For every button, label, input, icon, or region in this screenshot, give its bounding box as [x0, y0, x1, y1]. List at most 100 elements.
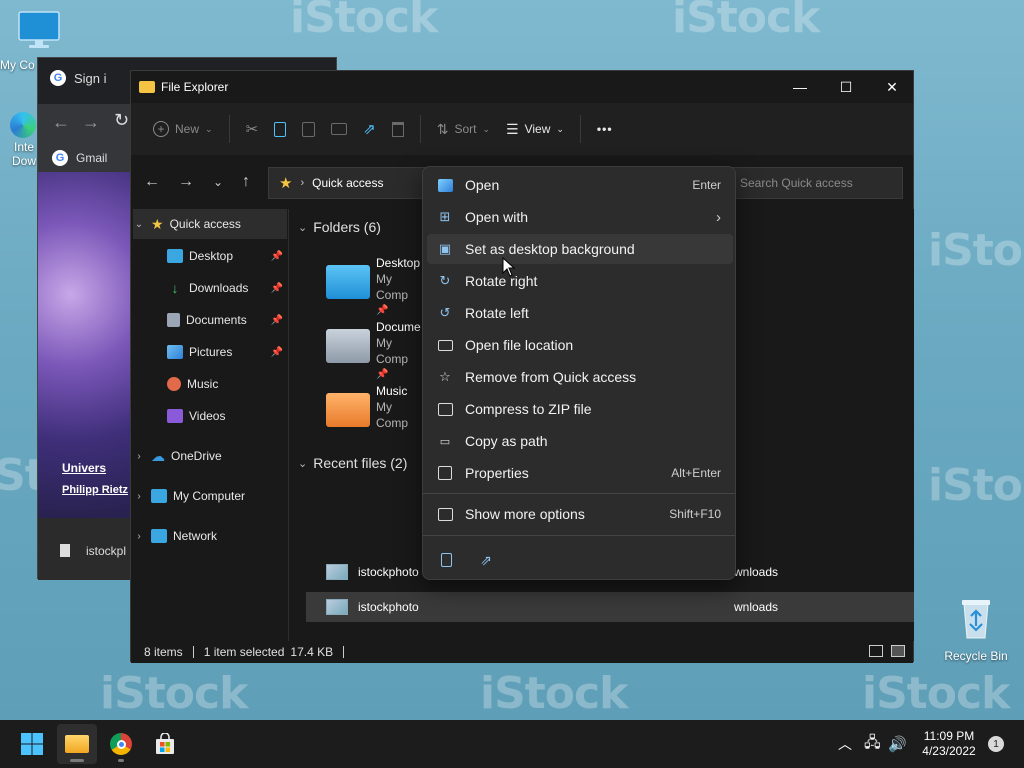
volume-icon[interactable]: 🔊	[888, 720, 907, 768]
menu-item-shortcut: Shift+F10	[669, 507, 721, 521]
desktop-icon-recycle-bin[interactable]: Recycle Bin	[940, 596, 1012, 663]
pin-icon: 📌	[270, 346, 283, 358]
folder-tile-music[interactable]: Music My Comp	[326, 383, 426, 439]
close-button[interactable]: ✕	[869, 71, 915, 103]
chevron-down-icon: ⌄	[205, 123, 213, 134]
sidebar-item-downloads[interactable]: ↓ Downloads 📌	[133, 273, 287, 303]
sort-button[interactable]: ⇅ Sort ⌄	[429, 113, 498, 145]
menu-item-open-with[interactable]: ⊞ Open with ›	[427, 202, 733, 232]
cut-button[interactable]: ✂	[238, 113, 267, 145]
recent-file-row-selected[interactable]: istockphoto wnloads	[306, 592, 914, 622]
recent-section-header[interactable]: ⌄ Recent files (2)	[298, 455, 407, 471]
view-button[interactable]: ☰ View ⌄	[498, 113, 572, 145]
sidebar-item-label: Downloads	[189, 281, 249, 295]
desktop-icon-my-computer[interactable]: My Co	[0, 10, 74, 72]
chrome-tab[interactable]: G Sign i	[50, 70, 107, 86]
copy-icon[interactable]	[431, 547, 461, 573]
menu-item-compress-zip[interactable]: Compress to ZIP file	[427, 394, 733, 424]
divider	[343, 646, 345, 658]
desktop-folder-icon	[326, 265, 370, 299]
menu-item-label: Open with	[465, 209, 529, 225]
watermark-text: iStock	[928, 225, 1024, 276]
folders-section-header[interactable]: ⌄ Folders (6)	[298, 219, 381, 235]
sidebar-item-my-computer[interactable]: › My Computer	[133, 481, 287, 511]
sidebar-item-pictures[interactable]: Pictures 📌	[133, 337, 287, 367]
share-icon: ⇗	[363, 121, 376, 138]
minimize-button[interactable]: —	[777, 71, 823, 103]
folder-tile-documents[interactable]: Docume My Comp 📌	[326, 319, 426, 380]
folder-tile-desktop[interactable]: Desktop My Comp 📌	[326, 255, 426, 316]
menu-item-rotate-left[interactable]: ↺ Rotate left	[427, 298, 733, 328]
author-link[interactable]: Philipp Rietz	[62, 484, 128, 496]
sort-label: Sort	[454, 122, 477, 136]
share-button[interactable]: ⇗	[355, 113, 384, 145]
divider	[192, 646, 194, 658]
show-hidden-icons-chevron[interactable]: ︿	[838, 720, 852, 768]
menu-item-shortcut: Enter	[692, 178, 721, 192]
tiles-view-icon[interactable]	[891, 645, 905, 657]
trash-icon	[391, 121, 404, 137]
sidebar-item-desktop[interactable]: Desktop 📌	[133, 241, 287, 271]
share-icon[interactable]: ⇗	[471, 547, 501, 573]
desktop-bg-icon: ▣	[438, 241, 452, 256]
paste-button[interactable]	[294, 113, 323, 145]
network-icon[interactable]: 🖧	[864, 720, 881, 768]
sidebar-item-quick-access[interactable]: ⌄ ★ Quick access	[133, 209, 287, 239]
link-text[interactable]: Univers	[62, 461, 106, 475]
reload-icon[interactable]: ↻	[114, 110, 129, 131]
taskbar: ︿ 🖧 🔊 11:09 PM 4/23/2022	[0, 720, 1024, 768]
store-icon	[156, 733, 174, 754]
recent-file-location: wnloads	[734, 565, 779, 579]
path-icon: ▭	[439, 435, 451, 448]
taskbar-store[interactable]	[145, 724, 185, 764]
rename-icon	[331, 123, 348, 135]
address-bar[interactable]: ★ › Quick access	[268, 167, 428, 199]
details-view-icon[interactable]	[869, 645, 883, 657]
chrome-tab-title: Sign i	[74, 70, 107, 86]
menu-item-show-more-options[interactable]: Show more options Shift+F10	[427, 499, 733, 529]
delete-button[interactable]	[384, 113, 412, 145]
menu-item-properties[interactable]: Properties Alt+Enter	[427, 458, 733, 488]
unpin-star-icon: ☆	[439, 369, 451, 384]
notification-badge[interactable]: 1	[988, 736, 1004, 752]
music-icon	[167, 377, 181, 391]
maximize-button[interactable]: ☐	[823, 71, 869, 103]
search-input[interactable]: Search Quick access	[729, 167, 903, 199]
download-filename[interactable]: istockpl	[86, 544, 126, 558]
sidebar-item-videos[interactable]: Videos	[133, 401, 287, 431]
context-menu: Open Enter ⊞ Open with › ▣ Set as deskto…	[422, 166, 736, 580]
clock[interactable]: 11:09 PM 4/23/2022	[917, 729, 981, 759]
folder-text: Desktop My Comp 📌	[376, 255, 426, 319]
up-arrow-icon[interactable]: ↑	[231, 167, 261, 197]
menu-item-label: Set as desktop background	[465, 241, 635, 257]
bookmark-gmail[interactable]: Gmail	[76, 151, 107, 165]
sidebar-item-label: Network	[173, 529, 218, 543]
menu-item-open[interactable]: Open Enter	[427, 170, 733, 200]
sidebar-item-music[interactable]: Music	[133, 369, 287, 399]
watermark-text: iStock	[672, 0, 820, 43]
forward-arrow-icon[interactable]: →	[82, 112, 100, 133]
sidebar-item-onedrive[interactable]: › ☁ OneDrive	[133, 441, 287, 471]
start-button[interactable]	[12, 724, 52, 764]
new-button[interactable]: + New ⌄	[145, 113, 221, 145]
recent-locations-chevron-icon[interactable]: ⌄	[203, 167, 233, 197]
properties-icon	[437, 465, 453, 481]
rename-button[interactable]	[323, 113, 355, 145]
folder-icon	[139, 81, 155, 93]
menu-item-open-file-location[interactable]: Open file location	[427, 330, 733, 360]
taskbar-file-explorer[interactable]	[57, 724, 97, 764]
more-options-button[interactable]: •••	[589, 113, 621, 145]
menu-item-label: Compress to ZIP file	[465, 401, 592, 417]
forward-arrow-icon[interactable]: →	[171, 167, 201, 197]
taskbar-chrome[interactable]	[101, 724, 141, 764]
sidebar-item-network[interactable]: › Network	[133, 521, 287, 551]
sidebar-item-documents[interactable]: Documents 📌	[133, 305, 287, 335]
sidebar-item-label: OneDrive	[171, 449, 222, 463]
menu-item-copy-as-path[interactable]: ▭ Copy as path	[427, 426, 733, 456]
back-arrow-icon[interactable]: ←	[137, 167, 167, 197]
menu-item-set-desktop-background[interactable]: ▣ Set as desktop background	[427, 234, 733, 264]
copy-button[interactable]	[266, 113, 294, 145]
menu-item-rotate-right[interactable]: ↻ Rotate right	[427, 266, 733, 296]
back-arrow-icon[interactable]: ←	[52, 112, 70, 133]
menu-item-remove-quick-access[interactable]: ☆ Remove from Quick access	[427, 362, 733, 392]
